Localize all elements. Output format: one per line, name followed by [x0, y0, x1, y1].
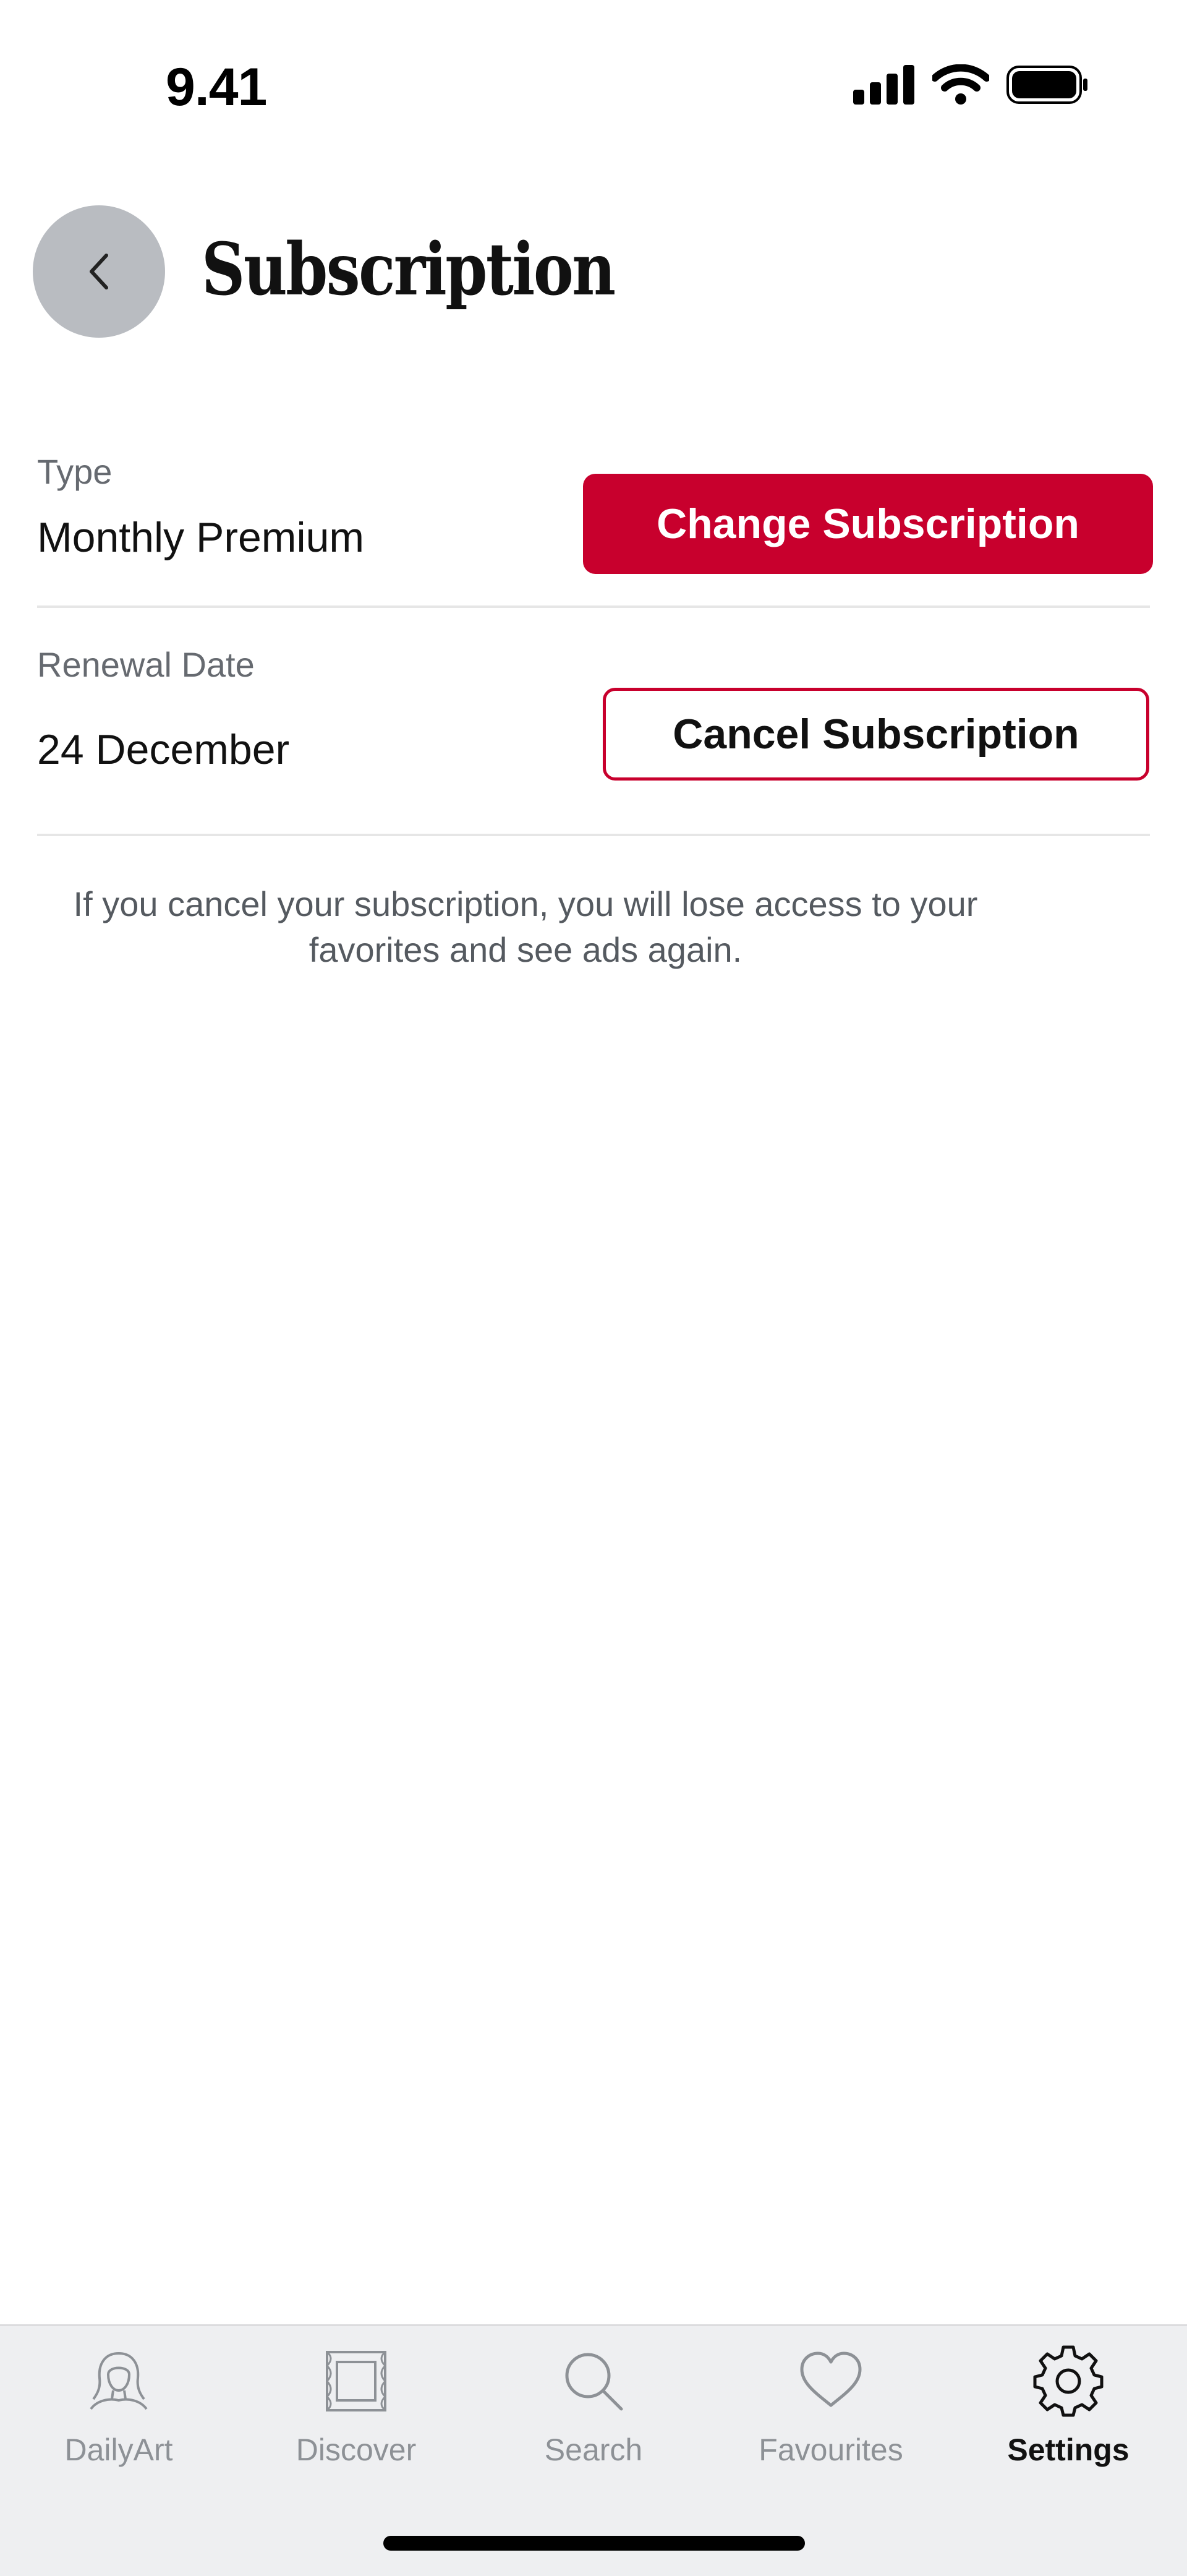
type-value: Monthly Premium — [37, 514, 365, 561]
divider — [37, 834, 1150, 836]
tab-label: Settings — [1007, 2433, 1130, 2467]
search-icon — [565, 2353, 623, 2411]
tab-settings[interactable]: Settings — [950, 2344, 1187, 2468]
chevron-left-icon — [90, 254, 108, 289]
gear-icon — [1033, 2345, 1104, 2417]
tab-label: Favourites — [759, 2433, 903, 2467]
change-subscription-button[interactable]: Change Subscription — [583, 474, 1153, 574]
cancel-subscription-button[interactable]: Cancel Subscription — [603, 688, 1149, 781]
status-icons — [853, 64, 1088, 105]
tab-label: Search — [544, 2433, 643, 2467]
status-time: 9.41 — [166, 58, 267, 117]
battery-icon — [1006, 66, 1087, 104]
tab-search[interactable]: Search — [475, 2344, 712, 2468]
cellular-signal-icon — [853, 65, 914, 105]
page-title: Subscription — [202, 228, 616, 312]
wifi-icon — [932, 64, 989, 105]
renewal-date-value: 24 December — [37, 726, 290, 773]
renewal-date-label: Renewal Date — [37, 645, 255, 684]
heart-icon — [800, 2351, 862, 2407]
type-label: Type — [37, 452, 113, 491]
divider — [37, 605, 1150, 608]
tab-dailyart[interactable]: DailyArt — [0, 2344, 237, 2468]
cancel-warning-note: If you cancel your subscription, you wil… — [73, 884, 978, 969]
frame-icon — [325, 2351, 387, 2411]
tab-discover[interactable]: Discover — [237, 2344, 475, 2468]
home-indicator[interactable] — [383, 2536, 805, 2551]
tab-label: DailyArt — [64, 2433, 173, 2467]
tab-label: Discover — [296, 2433, 417, 2467]
portrait-icon — [90, 2352, 148, 2410]
back-button[interactable] — [33, 205, 165, 338]
tab-favourites[interactable]: Favourites — [712, 2344, 950, 2468]
